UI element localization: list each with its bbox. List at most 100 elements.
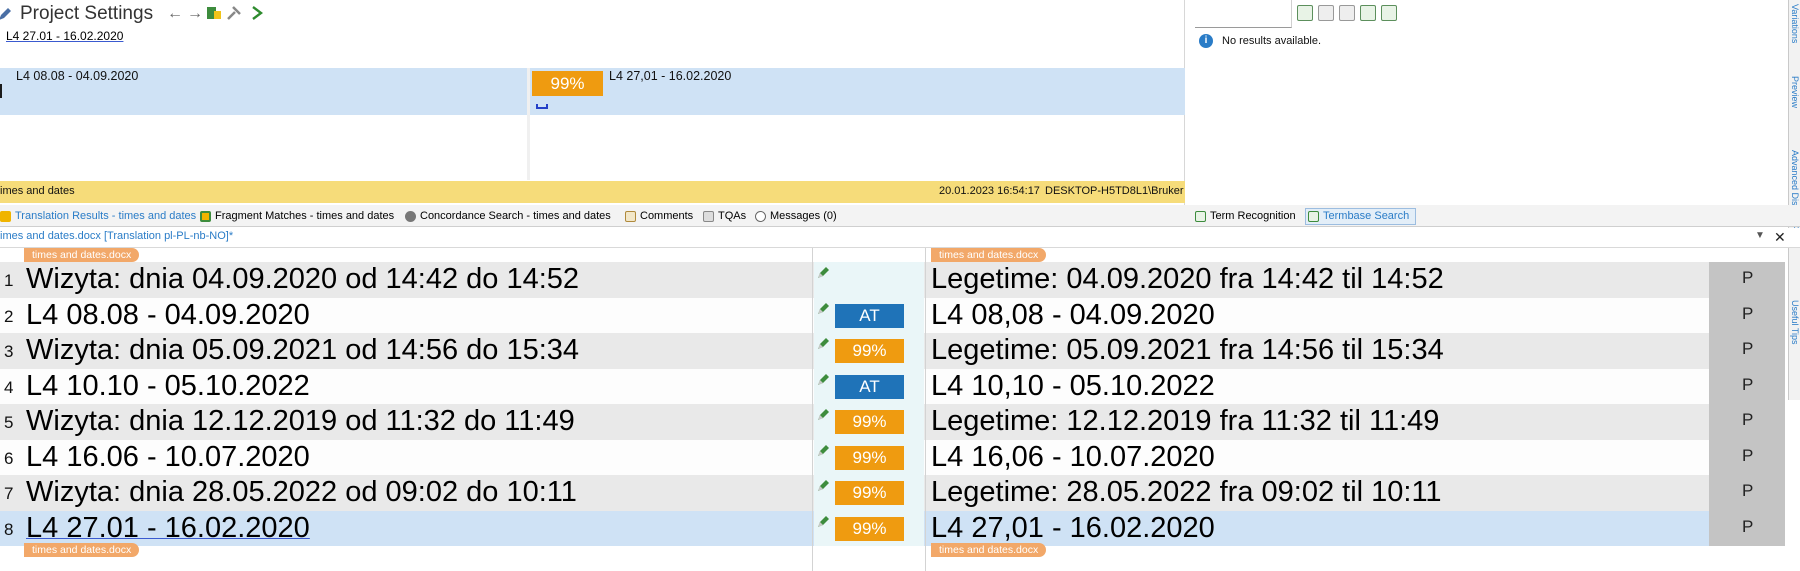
- info-icon: i: [1199, 34, 1213, 48]
- termbase-book-icon[interactable]: [1318, 5, 1334, 21]
- settings-tools-icon[interactable]: [226, 5, 242, 21]
- term-recognition-icon: [1195, 211, 1206, 222]
- segment-row[interactable]: 8 L4 27.01 - 16.02.2020 99% L4 27,01 - 16.0…: [0, 510, 1785, 546]
- match-diff-marker-icon: [536, 104, 548, 109]
- segment-number: 6: [4, 448, 14, 468]
- messages-icon: [755, 211, 766, 222]
- tab-tqas[interactable]: TQAs: [703, 208, 746, 225]
- target-column-divider: [925, 248, 926, 571]
- segment-target-text[interactable]: Legetime: 04.09.2020 fra 14:42 til 14:52: [931, 263, 1444, 296]
- termbase-pane: [1195, 0, 1785, 205]
- binoculars-icon: [405, 211, 416, 222]
- match-status-bar: imes and dates 20.01.2023 16:54:17 DESKT…: [0, 181, 1185, 203]
- segment-target-text[interactable]: Legetime: 05.09.2021 fra 14:56 til 15:34: [931, 334, 1444, 367]
- termbase-viewer-icon[interactable]: [1297, 5, 1313, 21]
- segment-source-text[interactable]: Wizyta: dnia 04.09.2020 od 14:42 do 14:5…: [26, 263, 579, 296]
- document-tab-bar: [0, 228, 1800, 248]
- status-user: DESKTOP-H5TD8L1\Bruker: [1045, 185, 1184, 197]
- segment-origin-label: P: [1742, 303, 1754, 323]
- comments-icon: [625, 211, 636, 222]
- status-column-divider: [812, 248, 813, 571]
- edit-pencil-icon: [0, 8, 11, 20]
- segment-origin-label: P: [1742, 481, 1754, 500]
- termbase-sort-icon[interactable]: [1381, 5, 1397, 21]
- match-percent-badge: 99%: [835, 339, 904, 363]
- segment-origin-label: P: [1742, 374, 1754, 394]
- segment-source-text[interactable]: Wizyta: dnia 05.09.2021 od 14:56 do 15:3…: [26, 334, 579, 367]
- segment-number: 8: [4, 519, 14, 539]
- match-percent-badge: 99%: [835, 410, 904, 434]
- segment-row[interactable]: 3 Wizyta: dnia 05.09.2021 od 14:56 do 15:…: [0, 333, 1785, 369]
- match-percent-badge: 99%: [835, 516, 904, 541]
- apply-translation-icon[interactable]: [206, 5, 222, 21]
- segment-row[interactable]: 1 Wizyta: dnia 04.09.2020 od 14:42 do 14:…: [0, 262, 1785, 298]
- translated-pencil-icon: [818, 338, 829, 349]
- tab-messages[interactable]: Messages (0): [755, 208, 837, 225]
- back-arrow-icon[interactable]: ←: [166, 5, 184, 23]
- translation-results-icon: [0, 211, 11, 222]
- segment-source-text[interactable]: L4 16.06 - 10.07.2020: [26, 441, 310, 474]
- tab-translation-results[interactable]: Translation Results - times and dates: [0, 208, 196, 225]
- segment-source-text[interactable]: Wizyta: dnia 28.05.2022 od 09:02 do 10:1…: [26, 476, 577, 509]
- segment-source-text[interactable]: L4 08.08 - 04.09.2020: [26, 299, 310, 332]
- segment-target-text[interactable]: L4 10,10 - 05.10.2022: [931, 370, 1215, 403]
- segment-target-text[interactable]: L4 08,08 - 04.09.2020: [931, 299, 1215, 332]
- segment-number: 3: [4, 342, 14, 361]
- segment-target-text[interactable]: L4 27,01 - 16.02.2020: [931, 512, 1215, 545]
- match-column-divider: [527, 68, 530, 180]
- segment-row[interactable]: 6 L4 16.06 - 10.07.2020 99% L4 16,06 - 10.0…: [0, 439, 1785, 475]
- segment-number: 5: [4, 413, 14, 432]
- side-tab-variations[interactable]: Variations: [1788, 4, 1800, 68]
- segment-row[interactable]: 2 L4 08.08 - 04.09.2020 AT L4 08,08 - 04.09…: [0, 297, 1785, 333]
- segment-number: 7: [4, 484, 14, 503]
- no-results-message: No results available.: [1222, 35, 1322, 47]
- match-row-marker: [0, 84, 2, 98]
- translated-pencil-icon: [818, 515, 829, 527]
- translated-pencil-icon: [818, 302, 829, 314]
- close-document-icon[interactable]: ✕: [1774, 229, 1786, 246]
- source-file-tag: times and dates.docx: [24, 248, 140, 262]
- segment-source-text[interactable]: L4 27.01 - 16.02.2020: [26, 512, 310, 545]
- automated-translation-badge: AT: [835, 374, 904, 399]
- translated-pencil-icon: [818, 267, 829, 278]
- tab-fragment-matches[interactable]: Fragment Matches - times and dates: [200, 208, 394, 225]
- segment-row[interactable]: 7 Wizyta: dnia 28.05.2022 od 09:02 do 10:…: [0, 475, 1785, 511]
- project-settings-title[interactable]: Project Settings: [20, 3, 153, 25]
- segment-number: 1: [4, 271, 14, 290]
- tab-term-recognition[interactable]: Term Recognition: [1195, 208, 1296, 225]
- match-source-text: L4 08.08 - 04.09.2020: [16, 69, 139, 83]
- translated-pencil-icon: [818, 373, 829, 385]
- tqa-icon: [703, 211, 714, 222]
- match-target-text: L4 27,01 - 16.02.2020: [609, 69, 732, 83]
- segment-target-text[interactable]: L4 16,06 - 10.07.2020: [931, 441, 1215, 474]
- segment-origin-label: P: [1742, 410, 1754, 429]
- tab-concordance-search[interactable]: Concordance Search - times and dates: [405, 208, 611, 225]
- segment-row[interactable]: 5 Wizyta: dnia 12.12.2019 od 11:32 do 11:…: [0, 404, 1785, 440]
- termbase-search-input[interactable]: [1195, 0, 1292, 28]
- tab-termbase-search[interactable]: Termbase Search: [1305, 208, 1417, 225]
- forward-arrow-icon[interactable]: →: [186, 5, 204, 23]
- termbase-search-icon: [1308, 211, 1319, 222]
- status-timestamp: 20.01.2023 16:54:17: [939, 185, 1040, 197]
- automated-translation-badge: AT: [835, 303, 904, 328]
- tab-comments[interactable]: Comments: [625, 208, 693, 225]
- document-tab[interactable]: imes and dates.docx [Translation pl-PL-n…: [0, 230, 233, 242]
- segment-row[interactable]: 4 L4 10.10 - 05.10.2022 AT L4 10,10 - 05.10…: [0, 368, 1785, 404]
- segment-target-text[interactable]: Legetime: 28.05.2022 fra 09:02 til 10:11: [931, 476, 1442, 509]
- termbase-add-icon[interactable]: [1360, 5, 1376, 21]
- match-percent-badge: 99%: [835, 481, 904, 505]
- segment-source-text[interactable]: Wizyta: dnia 12.12.2019 od 11:32 do 11:4…: [26, 405, 575, 438]
- segment-source-text[interactable]: L4 10.10 - 05.10.2022: [26, 370, 310, 403]
- tab-list-dropdown-icon[interactable]: ▼: [1755, 230, 1765, 241]
- translated-pencil-icon: [818, 480, 829, 491]
- segment-number: 4: [4, 377, 14, 397]
- termbase-edit-icon[interactable]: [1339, 5, 1355, 21]
- translated-pencil-icon: [818, 444, 829, 456]
- side-tab-preview[interactable]: Preview: [1788, 76, 1800, 140]
- match-score-badge: 99%: [532, 71, 603, 96]
- side-tab-useful-tips[interactable]: Useful Tips: [1788, 300, 1800, 380]
- play-arrow-icon[interactable]: [250, 5, 264, 21]
- segment-origin-label: P: [1742, 445, 1754, 465]
- match-percent-badge: 99%: [835, 445, 904, 470]
- segment-target-text[interactable]: Legetime: 12.12.2019 fra 11:32 til 11:49: [931, 405, 1439, 438]
